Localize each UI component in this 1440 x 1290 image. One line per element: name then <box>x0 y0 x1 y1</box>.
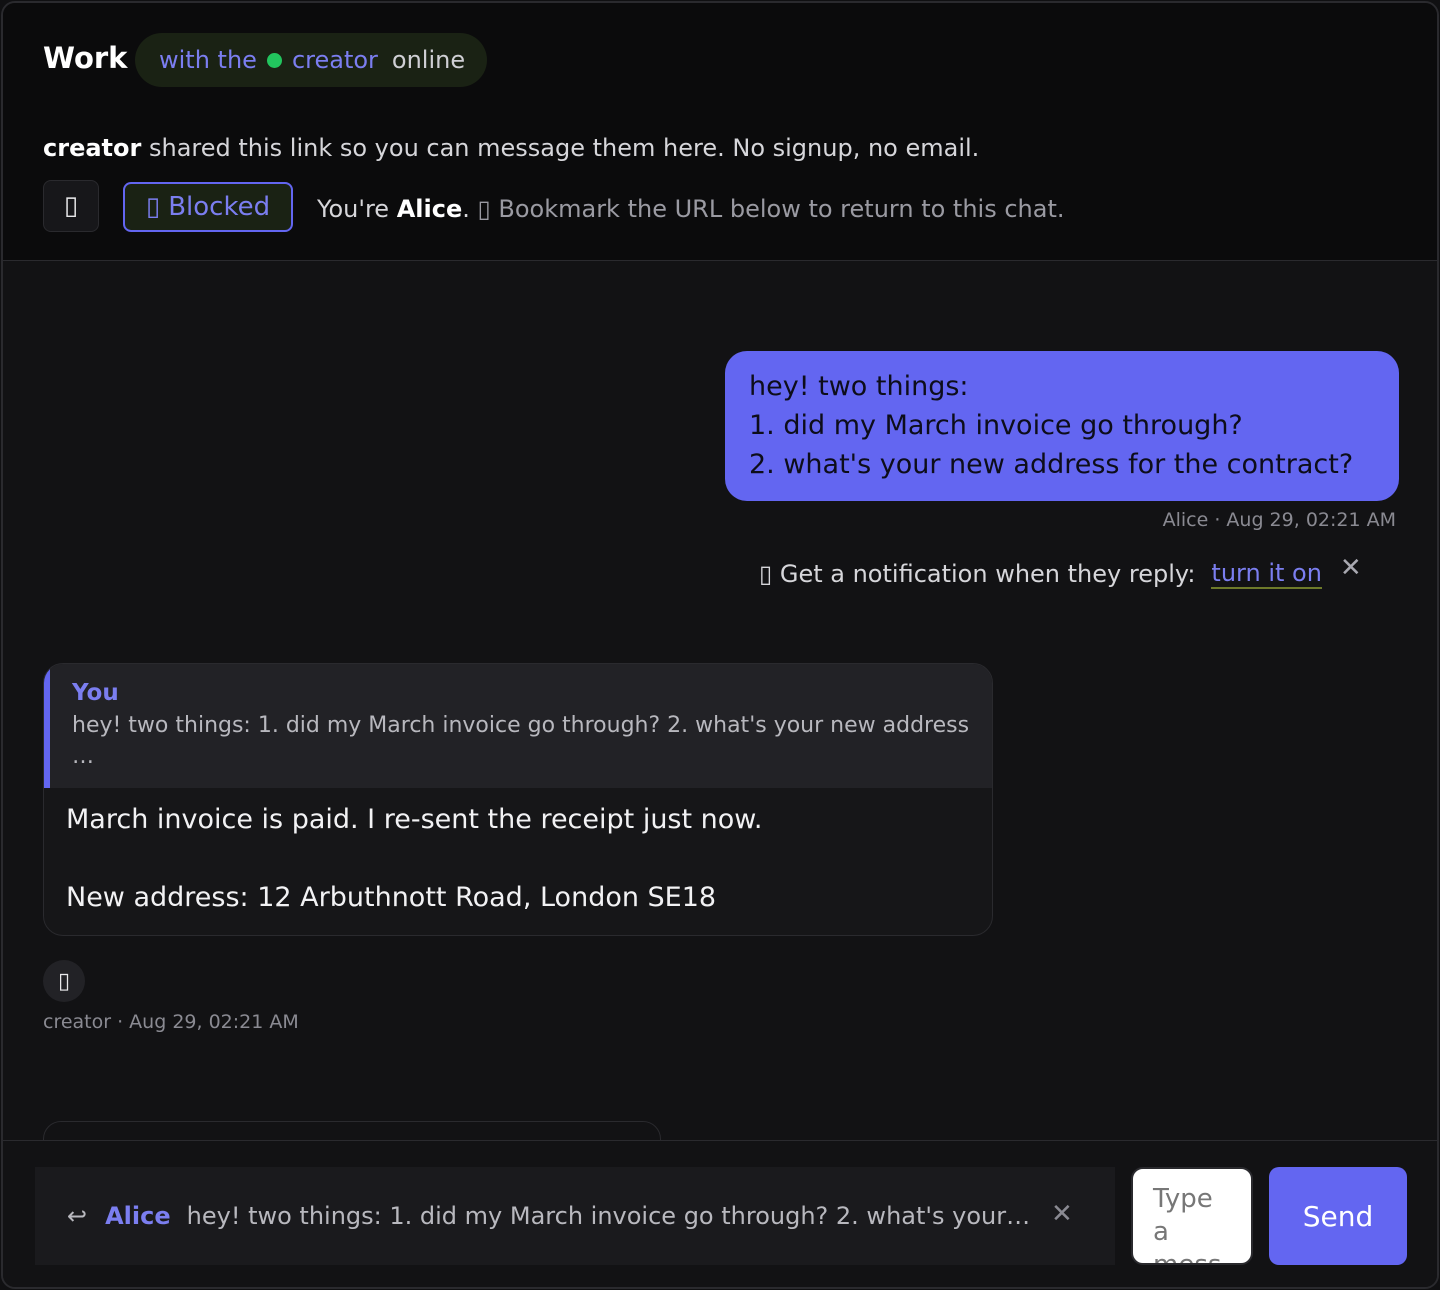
incoming-line: March invoice is paid. I re-sent the rec… <box>66 804 763 835</box>
presence-name: creator <box>291 46 378 74</box>
identity-note: You're Alice. ▯ Bookmark the URL below t… <box>317 195 1064 223</box>
chat-window: Work with the creator online creator sha… <box>1 1 1439 1289</box>
incoming-meta: creator · Aug 29, 02:21 AM <box>43 1011 299 1033</box>
incoming-message[interactable]: You hey! two things: 1. did my March inv… <box>43 663 993 936</box>
quoted-message[interactable]: You hey! two things: 1. did my March inv… <box>44 664 992 788</box>
incoming-body: March invoice is paid. I re-sent the rec… <box>66 800 763 917</box>
message-input[interactable] <box>1131 1167 1253 1265</box>
outgoing-line: 1. did my March invoice go through? <box>749 410 1243 441</box>
presence-prefix: with the <box>159 46 257 74</box>
outgoing-message[interactable]: hey! two things: 1. did my March invoice… <box>725 351 1399 501</box>
quote-text: hey! two things: 1. did my March invoice… <box>72 713 970 769</box>
identity-name: Alice <box>396 195 463 223</box>
composer: ↩ Alice hey! two things: 1. did my March… <box>3 1140 1437 1287</box>
outgoing-meta: Alice · Aug 29, 02:21 AM <box>1162 509 1396 531</box>
reply-name: Alice <box>105 1202 171 1230</box>
online-dot-icon <box>266 52 282 68</box>
blocked-label: Blocked <box>168 192 271 222</box>
chat-icon: ▯ <box>63 191 79 221</box>
intro-body: shared this link so you can message them… <box>141 134 980 162</box>
incoming-line: New address: 12 Arbuthnott Road, London … <box>66 882 717 913</box>
notification-prompt: ▯ Get a notification when they reply: tu… <box>759 553 1362 589</box>
presence-pill: with the creator online <box>135 33 487 87</box>
bookmark-icon: ▯ <box>477 195 491 223</box>
reply-preview: ↩ Alice hey! two things: 1. did my March… <box>35 1167 1115 1265</box>
reaction-button[interactable]: ▯ <box>43 960 85 1002</box>
blocked-button[interactable]: ▯ Blocked <box>123 182 293 232</box>
close-icon[interactable]: ✕ <box>1340 553 1362 583</box>
page-title: Work <box>43 41 128 75</box>
outgoing-line: hey! two things: <box>749 371 969 402</box>
chat-icon-button[interactable]: ▯ <box>43 180 99 232</box>
chat-header: Work with the creator online creator sha… <box>3 3 1437 261</box>
block-icon: ▯ <box>145 192 161 222</box>
outgoing-line: 2. what's your new address for the contr… <box>749 449 1354 480</box>
presence-state: online <box>391 46 466 74</box>
send-button[interactable]: Send <box>1269 1167 1407 1265</box>
cancel-reply-close-icon[interactable]: ✕ <box>1051 1199 1073 1229</box>
identity-prefix: You're <box>317 195 397 223</box>
reply-text: hey! two things: 1. did my March invoice… <box>186 1202 1031 1230</box>
intro-name: creator <box>43 134 142 162</box>
identity-suffix: . <box>462 195 470 223</box>
reaction-icon: ▯ <box>57 968 71 994</box>
bookmark-tip: Bookmark the URL below to return to this… <box>498 195 1065 223</box>
reply-arrow-icon: ↩ <box>67 1202 88 1230</box>
notification-text: Get a notification when they reply: <box>779 560 1196 588</box>
bell-icon: ▯ <box>759 560 773 588</box>
turn-on-notifications-link[interactable]: turn it on <box>1211 559 1322 589</box>
intro-text: creator shared this link so you can mess… <box>43 134 979 162</box>
quote-author: You <box>72 680 119 706</box>
